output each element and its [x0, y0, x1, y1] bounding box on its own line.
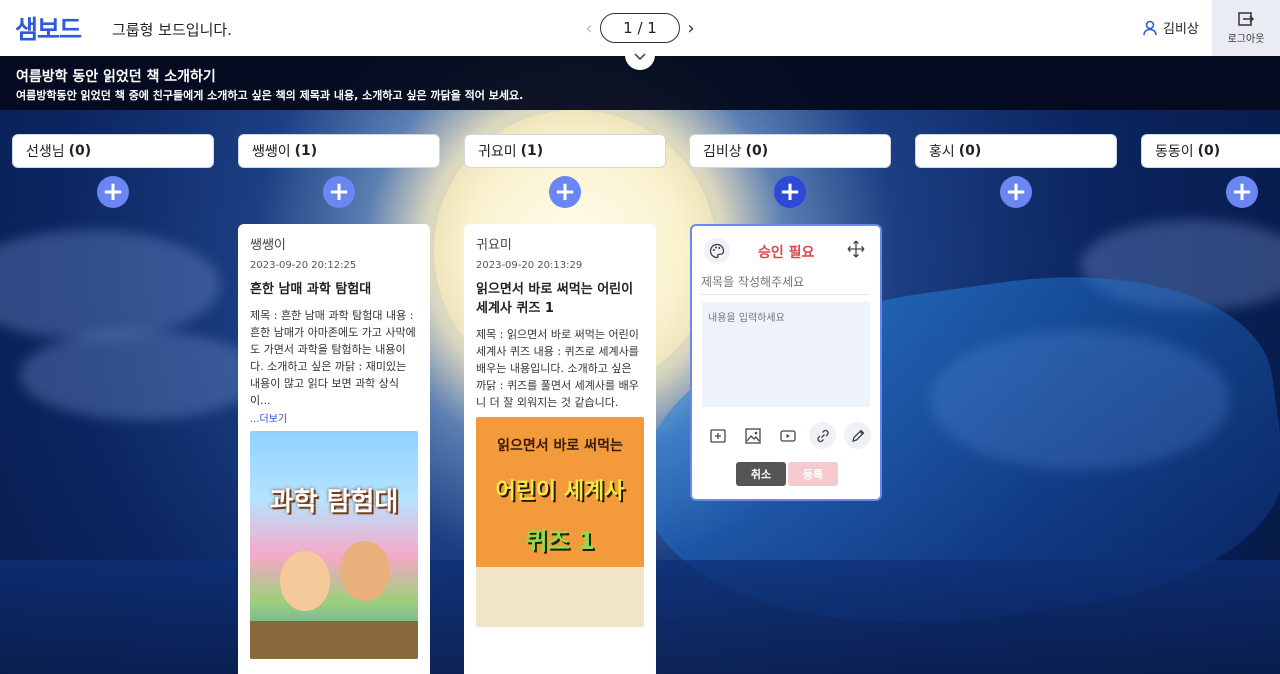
- post-timestamp: 2023-09-20 20:13:29: [476, 260, 583, 271]
- cover-illustration: [476, 567, 644, 627]
- book-cover-title: 과학 탐험대: [269, 487, 399, 517]
- logout-button[interactable]: 로그아웃: [1212, 0, 1280, 56]
- column-header: 홍시 (0): [915, 134, 1117, 168]
- column-header: 김비상 (0): [689, 134, 891, 168]
- book-cover-series: 퀴즈 1: [525, 527, 595, 555]
- board-title: 여름방학 동안 읽었던 책 소개하기: [16, 69, 216, 85]
- column-kimbisang: 김비상 (0) +: [689, 134, 891, 208]
- attach-video-button[interactable]: [774, 422, 801, 449]
- book-cover-subtitle: 읽으면서 바로 써먹는: [497, 438, 623, 454]
- column-name: 쌩쌩이: [252, 144, 291, 160]
- column-count: (1): [294, 143, 318, 159]
- new-post-editor: 승인 필요 취소 등록: [690, 224, 882, 501]
- column-hongsi: 홍시 (0) +: [915, 134, 1117, 208]
- video-icon: [779, 429, 796, 442]
- submit-button[interactable]: 등록: [788, 462, 838, 486]
- page-indicator[interactable]: 1 / 1: [600, 13, 680, 43]
- link-icon: [816, 429, 829, 442]
- attachment-toolbar: [704, 422, 879, 449]
- read-more-link[interactable]: ...더보기: [250, 410, 418, 425]
- add-post-button[interactable]: +: [1226, 176, 1258, 208]
- app-logo[interactable]: 샘보드: [15, 10, 82, 46]
- column-dongdongi: 동동이 (0) +: [1141, 134, 1280, 208]
- add-post-button[interactable]: +: [323, 176, 355, 208]
- draw-button[interactable]: [844, 422, 871, 449]
- column-header: 쌩쌩이 (1): [238, 134, 440, 168]
- add-post-button[interactable]: +: [1000, 176, 1032, 208]
- board-type-label: 그룹형 보드입니다.: [112, 21, 232, 39]
- post-card[interactable]: 쌩쌩이 2023-09-20 20:12:25 흔한 남매 과학 탐험대 제목 …: [238, 224, 430, 674]
- column-name: 선생님: [26, 144, 65, 160]
- next-page-button[interactable]: ›: [680, 18, 702, 39]
- logout-icon: [1238, 11, 1254, 26]
- cover-illustration: [250, 621, 418, 659]
- add-post-button[interactable]: +: [549, 176, 581, 208]
- image-icon: [744, 427, 761, 444]
- column-count: (0): [745, 143, 769, 159]
- book-cover-image[interactable]: 읽으면서 바로 써먹는 어린이 세계사 퀴즈 1: [476, 417, 644, 627]
- add-file-icon: [709, 428, 726, 443]
- user-profile[interactable]: 김비상: [1142, 18, 1199, 37]
- attach-image-button[interactable]: [739, 422, 766, 449]
- cancel-button[interactable]: 취소: [736, 462, 786, 486]
- cover-illustration: [340, 541, 390, 601]
- cover-illustration: [280, 551, 330, 611]
- logout-label: 로그아웃: [1227, 33, 1265, 45]
- pen-icon: [851, 429, 864, 442]
- user-name: 김비상: [1163, 22, 1199, 37]
- post-card[interactable]: 귀요미 2023-09-20 20:13:29 읽으면서 바로 써먹는 어린이 …: [464, 224, 656, 674]
- move-handle[interactable]: [847, 240, 865, 262]
- post-body-input[interactable]: [702, 302, 870, 407]
- column-name: 동동이: [1155, 144, 1194, 160]
- attach-file-button[interactable]: [704, 422, 731, 449]
- background-cloud: [0, 230, 220, 340]
- board-description: 여름방학동안 읽었던 책 중에 친구들에게 소개하고 싶은 책의 제목과 내용,…: [16, 89, 524, 102]
- column-count: (0): [68, 143, 92, 159]
- attach-link-button[interactable]: [809, 422, 836, 449]
- column-name: 김비상: [703, 144, 742, 160]
- user-icon: [1143, 20, 1157, 35]
- color-palette-button[interactable]: [704, 238, 730, 264]
- column-gwiyomi: 귀요미 (1) +: [464, 134, 666, 208]
- column-count: (0): [958, 143, 982, 159]
- palette-icon: [709, 243, 725, 259]
- background-cloud: [20, 330, 260, 420]
- column-count: (1): [520, 143, 544, 159]
- column-header: 선생님 (0): [12, 134, 214, 168]
- approval-status: 승인 필요: [758, 245, 815, 261]
- post-author: 귀요미: [476, 238, 512, 253]
- column-name: 홍시: [929, 144, 955, 160]
- column-count: (0): [1197, 143, 1221, 159]
- book-cover-title: 어린이 세계사: [495, 479, 625, 504]
- column-ssaengssaengi: 쌩쌩이 (1) +: [238, 134, 440, 208]
- add-post-button[interactable]: +: [774, 176, 806, 208]
- column-name: 귀요미: [478, 144, 517, 160]
- column-header: 귀요미 (1): [464, 134, 666, 168]
- post-body: 제목 : 흔한 남매 과학 탐험대 내용 : 흔한 남매가 아마존에도 가고 사…: [250, 309, 416, 407]
- chevron-down-icon: [634, 53, 646, 61]
- post-timestamp: 2023-09-20 20:12:25: [250, 260, 357, 271]
- book-cover-image[interactable]: 과학 탐험대: [250, 431, 418, 659]
- post-body: 제목 : 읽으면서 바로 써먹는 어린이 세계사 퀴즈 내용 : 퀴즈로 세계사…: [476, 328, 639, 409]
- prev-page-button[interactable]: ‹: [578, 18, 600, 39]
- add-post-button[interactable]: +: [97, 176, 129, 208]
- post-title: 흔한 남매 과학 탐험대: [250, 282, 372, 297]
- post-title: 읽으면서 바로 써먹는 어린이 세계사 퀴즈 1: [476, 282, 634, 316]
- post-title-input[interactable]: [701, 269, 869, 295]
- page-navigator: ‹ 1 / 1 ›: [578, 13, 702, 43]
- column-header: 동동이 (0): [1141, 134, 1280, 168]
- column-teacher: 선생님 (0) +: [12, 134, 214, 208]
- move-icon: [847, 240, 865, 258]
- post-author: 쌩쌩이: [250, 238, 286, 253]
